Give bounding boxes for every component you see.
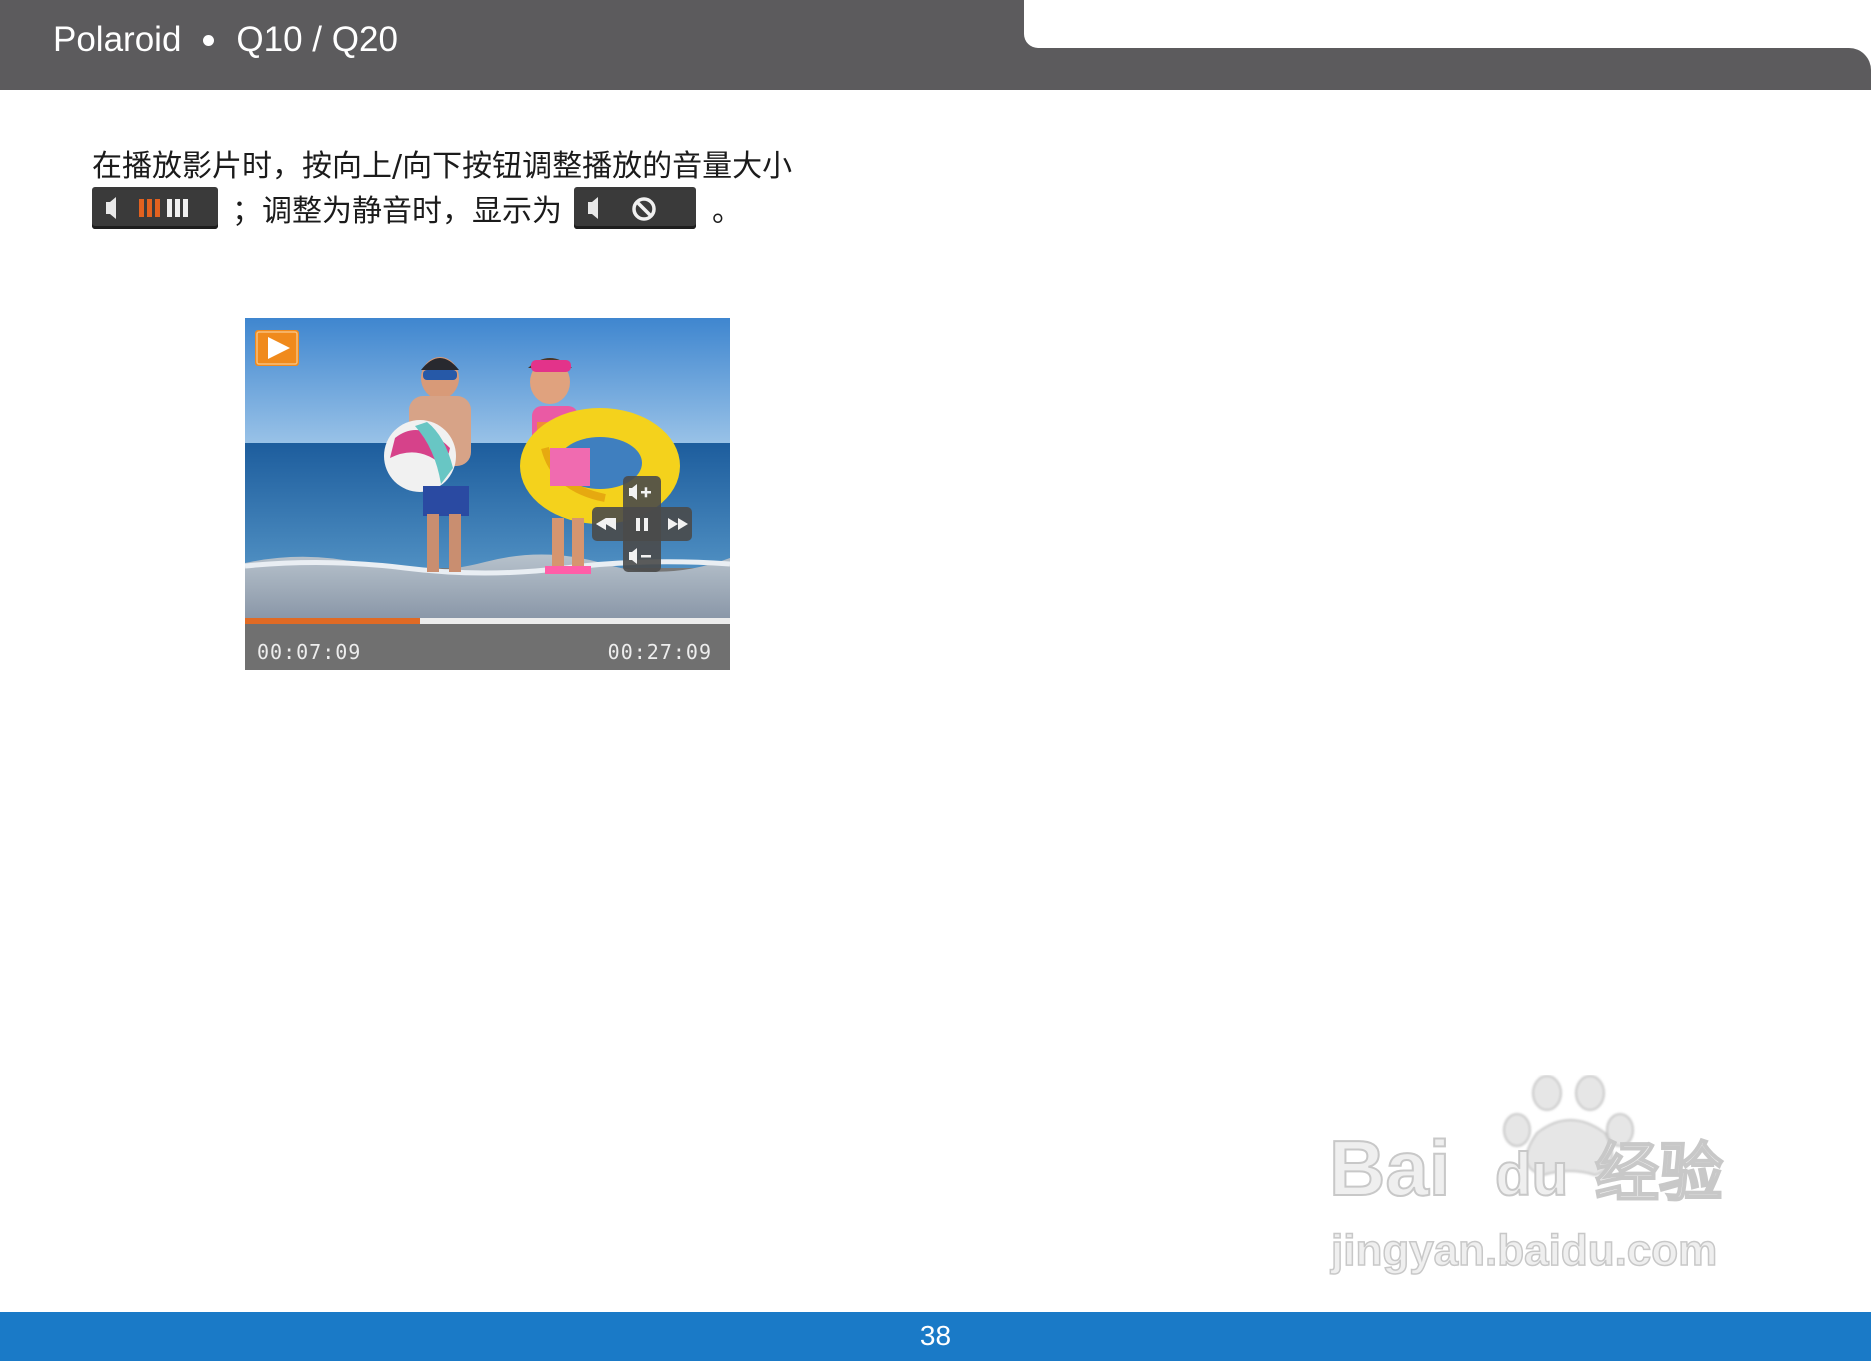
volume-level-icon [92,187,218,229]
progress-fill [245,618,420,624]
playback-controls-dpad [592,476,692,572]
volume-bars-icon [106,197,188,219]
header-curve [1849,48,1871,70]
total-time: 00:27:09 [607,640,712,664]
instruction-line-2: ；调整为静音时，显示为 。 [92,186,742,230]
baidu-jingyan-watermark: Bai du 经验 jingyan.baidu.com [1328,1075,1724,1276]
playback-screen: 00:07:09 00:27:09 [245,318,730,670]
mute-symbol-icon [588,197,656,221]
svg-text:du: du [1495,1141,1568,1208]
beach-photo [245,318,730,618]
play-mode-icon [255,330,299,366]
instruction-end-text: 。 [712,194,742,229]
brand-name: Polaroid [53,20,182,59]
svg-text:经验: 经验 [1595,1137,1723,1211]
watermark-url: jingyan.baidu.com [1330,1226,1717,1275]
elapsed-time: 00:07:09 [257,640,362,664]
instruction-line-1: 在播放影片时，按向上/向下按钮调整播放的音量大小 [92,149,793,184]
page-number: 38 [919,1320,952,1351]
instruction-mid-text: ；调整为静音时，显示为 [232,194,562,229]
model-name: Q10 / Q20 [236,20,398,59]
watermark-logo-text: Bai [1329,1124,1450,1212]
page-header-title: Polaroid Q10 / Q20 [53,20,398,60]
mute-icon [574,187,696,229]
header-tab-cutout [1024,0,1871,48]
bullet-icon [203,34,215,46]
